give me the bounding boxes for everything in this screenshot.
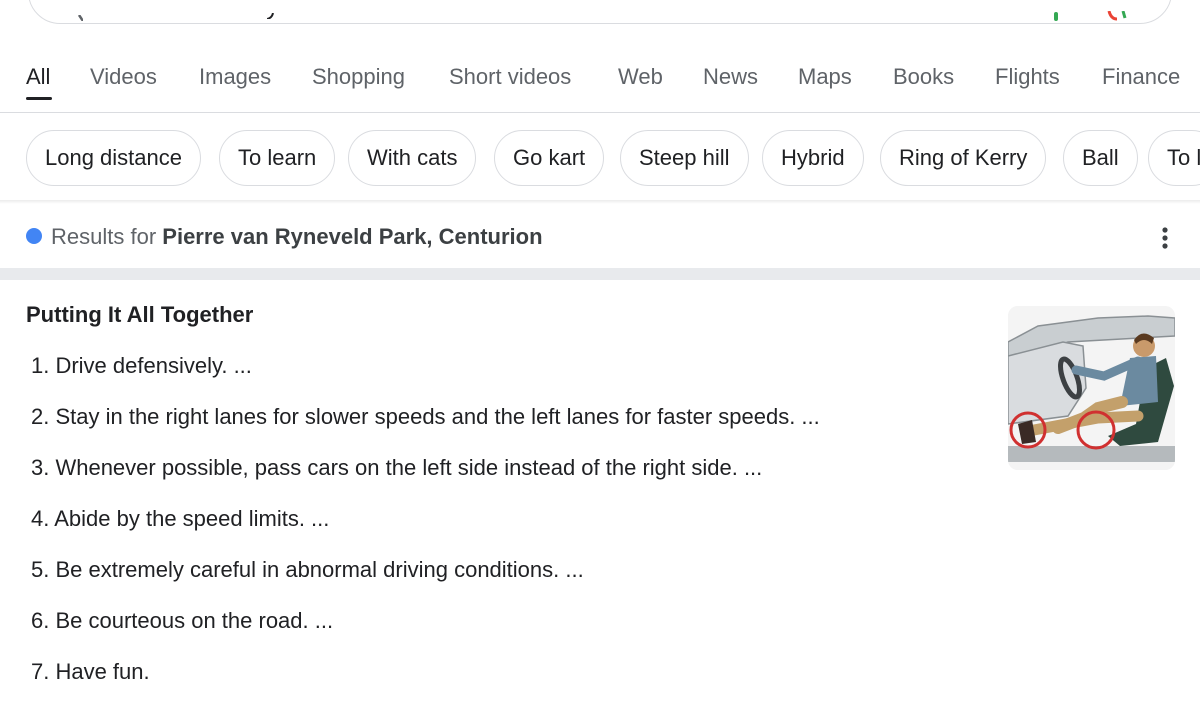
tab-books[interactable]: Books [893, 64, 954, 90]
chip-steep-hill[interactable]: Steep hill [620, 130, 749, 186]
chip-ring-of-kerry[interactable]: Ring of Kerry [880, 130, 1047, 186]
chip-to-learn[interactable]: To learn [219, 130, 336, 186]
chip-long-distance[interactable]: Long distance [26, 130, 201, 186]
location-dot-icon [26, 228, 42, 244]
tab-short-videos[interactable]: Short videos [449, 64, 571, 90]
location-text: Results for Pierre van Ryneveld Park, Ce… [51, 224, 543, 250]
tab-flights[interactable]: Flights [995, 64, 1060, 90]
list-item: 3. Whenever possible, pass cars on the l… [31, 455, 763, 480]
tab-all[interactable]: All [26, 64, 50, 90]
search-tabs: All Videos Images Shopping Short videos … [0, 52, 1200, 113]
mic-icon[interactable] [1051, 12, 1061, 22]
tab-images[interactable]: Images [199, 64, 271, 90]
refinement-chips: Long distance To learn With cats Go kart… [0, 130, 1200, 188]
chip-go-kart[interactable]: Go kart [494, 130, 605, 186]
tab-finance[interactable]: Finance [1102, 64, 1180, 90]
chip-with-cats[interactable]: With cats [348, 130, 477, 186]
list-item: 4. Abide by the speed limits. ... [31, 506, 330, 531]
tab-news[interactable]: News [703, 64, 758, 90]
list-item: 1. Drive defensively. ... [31, 353, 252, 378]
search-bar[interactable] [28, 0, 1172, 24]
list-item: 6. Be courteous on the road. ... [31, 608, 334, 633]
driver-illustration [1008, 306, 1175, 470]
tab-maps[interactable]: Maps [798, 64, 852, 90]
chip-ball[interactable]: Ball [1063, 130, 1138, 186]
list-item: 2. Stay in the right lanes for slower sp… [31, 404, 820, 429]
active-tab-indicator [26, 97, 52, 100]
search-results-page: All Videos Images Shopping Short videos … [0, 0, 1200, 709]
section-separator [0, 268, 1200, 280]
snippet-list: 1. Drive defensively. ... 2. Stay in the… [31, 353, 820, 709]
tab-videos[interactable]: Videos [90, 64, 157, 90]
list-item: 5. Be extremely careful in abnormal driv… [31, 557, 584, 582]
search-icon[interactable] [69, 15, 83, 21]
list-item: 7. Have fun. [31, 659, 150, 684]
location-prefix: Results for [51, 224, 157, 249]
more-options-icon[interactable] [1156, 226, 1174, 250]
location-banner: Results for Pierre van Ryneveld Park, Ce… [0, 214, 1200, 260]
chip-to-partial[interactable]: To l [1148, 130, 1200, 186]
snippet-thumbnail[interactable] [1008, 306, 1175, 470]
snippet-title: Putting It All Together [26, 302, 254, 327]
chip-hybrid[interactable]: Hybrid [762, 130, 864, 186]
tab-shopping[interactable]: Shopping [312, 64, 405, 90]
location-place[interactable]: Pierre van Ryneveld Park, Centurion [162, 224, 542, 249]
lens-icon[interactable] [1105, 11, 1129, 21]
chips-divider [0, 200, 1200, 204]
query-text-fragment [267, 13, 274, 19]
tab-web[interactable]: Web [618, 64, 663, 90]
